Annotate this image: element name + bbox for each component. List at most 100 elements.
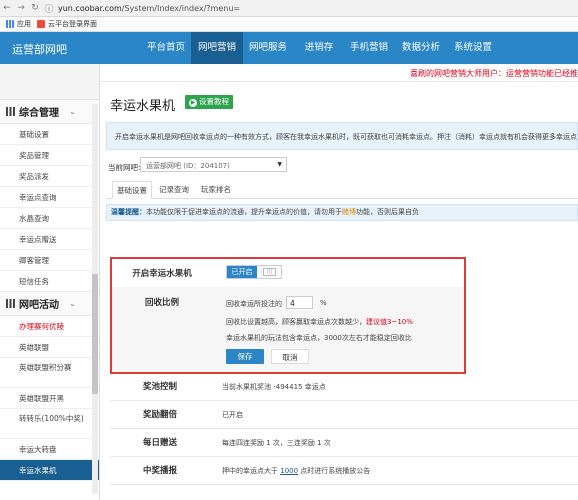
tab-bar: 基础设置 记录查询 玩家排名 bbox=[106, 181, 578, 199]
nav-item-home[interactable]: 平台首页 bbox=[141, 32, 191, 64]
row-value: 已开启 bbox=[222, 411, 243, 419]
sidebar-top-strip bbox=[0, 64, 99, 100]
recycle-prefix: 回收幸运所投注的 bbox=[226, 300, 282, 308]
grid-icon bbox=[6, 299, 15, 308]
nav-item-inventory[interactable]: 进销存 bbox=[295, 32, 343, 64]
row-value: 每连四连奖励 1 次，三连奖励 1 次 bbox=[222, 439, 331, 447]
url-path: /System/Index/index/?menu= bbox=[121, 3, 241, 13]
sidebar-item-fruit-machine[interactable]: 幸运水果机 bbox=[0, 460, 99, 481]
row-label: 每日赠送 bbox=[142, 438, 177, 448]
info-icon[interactable]: ⓘ bbox=[42, 2, 56, 15]
sidebar-item-crystal-query[interactable]: 水晶查询 bbox=[0, 208, 99, 229]
sidebar-item-promo[interactable]: 办理赛何优陵 bbox=[0, 316, 99, 337]
cafe-select-value: 运营部网吧 (ID：204107) bbox=[146, 162, 230, 170]
forward-icon[interactable]: → bbox=[14, 3, 28, 13]
recycle-hint-1: 回收比设置越高，顾客赢取幸运点次数越少，建议值3~10% bbox=[226, 317, 413, 327]
tip-text: 本功能仅限于促进幸运点的流通，提升幸运点的价值，请勿用于 bbox=[146, 208, 342, 216]
sidebar-section-general[interactable]: 综合管理 ⌄ bbox=[0, 100, 99, 124]
row-jackpot-control: 奖池控制 当前水果机奖池 -494415 幸运点 bbox=[110, 374, 578, 401]
sidebar: 综合管理 ⌄ 基础设置 奖品管理 奖品派发 幸运点查询 水晶查询 幸运点赠送 卿… bbox=[0, 64, 100, 500]
intro-banner: 开启幸运水果机是网吧回收幸运点的一种有效方式，顾客在我幸运水果机时，既可获取也可… bbox=[106, 122, 578, 150]
main-content: 幸运水果机 ▶ 设置教程 开启幸运水果机是网吧回收幸运点的一种有效方式，顾客在我幸… bbox=[100, 82, 578, 500]
recommended-value: 建议值3~10% bbox=[366, 318, 413, 326]
sidebar-item-lucky-wheel[interactable]: 幸运大转盘 bbox=[0, 439, 99, 460]
sidebar-item-basic-settings[interactable]: 基础设置 bbox=[0, 124, 99, 145]
address-input[interactable]: yun.coobar.com/System/Index/index/?menu= bbox=[58, 4, 240, 13]
tab-basic-settings[interactable]: 基础设置 bbox=[112, 181, 152, 199]
browser-address-bar: ← → ↻ ⓘ yun.coobar.com/System/Index/inde… bbox=[0, 0, 578, 17]
notice-text: 喜刷的网吧营销大师用户：运营营销功能已经推 bbox=[410, 69, 578, 78]
sidebar-item-prize-management[interactable]: 奖品管理 bbox=[0, 145, 99, 166]
grid-icon bbox=[6, 107, 15, 116]
nav-item-cafe-service[interactable]: 网吧服务 bbox=[243, 32, 293, 64]
sidebar-item-prize-dispatch[interactable]: 奖品派发 bbox=[0, 166, 99, 187]
brand-name: 运营部网吧 bbox=[12, 43, 67, 56]
sidebar-section-cafe-activities[interactable]: 网吧活动 ⌄ bbox=[0, 292, 99, 316]
page-title: 幸运水果机 bbox=[110, 99, 176, 114]
bookmark-cloud-login[interactable]: 云平台登录界面 bbox=[37, 19, 97, 29]
cafe-select[interactable]: 运营部网吧 (ID：204107) ▼ bbox=[140, 157, 287, 172]
sidebar-scrollbar[interactable] bbox=[92, 104, 98, 494]
sidebar-item-luck-points-query[interactable]: 幸运点查询 bbox=[0, 187, 99, 208]
scrollbar-thumb[interactable] bbox=[92, 274, 98, 394]
sidebar-item-sms-task[interactable]: 短信任务 bbox=[0, 271, 99, 292]
sidebar-item-lol-team[interactable]: 英雄联盟开黑 bbox=[0, 388, 99, 409]
recycle-unit: % bbox=[320, 299, 327, 307]
setup-tutorial-button[interactable]: ▶ 设置教程 bbox=[185, 95, 233, 109]
sidebar-item-spin-to-win[interactable]: 转转乐(100%中奖) bbox=[0, 409, 99, 439]
tip-text-end: 功能，否则后果自负 bbox=[356, 208, 419, 216]
tip-highlight: 赌博 bbox=[342, 208, 356, 216]
warning-tip: 温馨提醒：本功能仅限于促进幸运点的流通，提升幸运点的价值，请勿用于赌博功能，否则… bbox=[106, 204, 578, 221]
bookmark-apps[interactable]: 应用 bbox=[6, 19, 31, 29]
enable-toggle[interactable]: 已开启 ||| bbox=[226, 265, 282, 279]
cancel-button[interactable]: 取消 bbox=[271, 349, 309, 364]
toggle-knob[interactable]: ||| bbox=[263, 268, 276, 276]
reload-icon[interactable]: ↻ bbox=[28, 3, 42, 13]
row-win-broadcast: 中奖播报 押中的幸运点大于 1000 点时进行系统播放公告 bbox=[110, 458, 578, 485]
bookmark-label: 应用 bbox=[17, 20, 31, 28]
recycle-hint-2: 幸运水果机的玩法包含幸运点，3000次左右才能稳定回收比 bbox=[226, 334, 412, 342]
sidebar-item-lol-points-match[interactable]: 英雄联盟积分赛 bbox=[0, 358, 99, 388]
url-host: yun.coobar.com bbox=[58, 3, 122, 13]
row-daily-gift: 每日赠送 每连四连奖励 1 次，三连奖励 1 次 bbox=[110, 430, 578, 457]
play-icon: ▶ bbox=[189, 99, 197, 107]
bookmark-favicon-icon bbox=[37, 20, 45, 28]
toggle-on-label: 已开启 bbox=[227, 266, 257, 278]
back-icon[interactable]: ← bbox=[0, 3, 14, 13]
nav-item-data-analysis[interactable]: 数据分析 bbox=[396, 32, 446, 64]
section-title: 综合管理 bbox=[19, 108, 59, 119]
recycle-percent-input[interactable]: 4 bbox=[286, 296, 313, 309]
tip-label: 温馨提醒： bbox=[111, 208, 146, 216]
row-value: 押中的幸运点大于 1000 点时进行系统播放公告 bbox=[222, 458, 370, 484]
enable-label: 开启幸运水果机 bbox=[132, 269, 192, 279]
nav-item-system-settings[interactable]: 系统设置 bbox=[447, 32, 499, 64]
tab-player-ranking[interactable]: 玩家排名 bbox=[196, 181, 236, 199]
nav-item-cafe-marketing[interactable]: 网吧营销 bbox=[191, 32, 243, 64]
recycle-ratio-section: 回收比例 回收幸运所投注的 4 % 回收比设置越高，顾客赢取幸运点次数越少，建议… bbox=[112, 287, 464, 372]
bookmark-label: 云平台登录界面 bbox=[48, 20, 97, 28]
chevron-down-icon: ⌄ bbox=[69, 299, 76, 308]
row-value: 当前水果机奖池 -494415 幸运点 bbox=[222, 383, 326, 391]
broadcast-suffix: 点时进行系统播放公告 bbox=[300, 467, 371, 475]
bookmarks-bar: 应用 云平台登录界面 bbox=[0, 17, 578, 32]
row-label: 奖池控制 bbox=[142, 382, 177, 392]
sidebar-item-lol[interactable]: 英雄联盟 bbox=[0, 337, 99, 358]
row-label: 中奖播报 bbox=[142, 466, 177, 476]
notice-bar: 喜刷的网吧营销大师用户：运营营销功能已经推 bbox=[100, 64, 578, 82]
top-navigation: 运营部网吧 平台首页 网吧营销 网吧服务 进销存 手机营销 数据分析 系统设置 bbox=[0, 32, 578, 64]
nav-item-mobile-marketing[interactable]: 手机营销 bbox=[343, 32, 395, 64]
broadcast-threshold-link[interactable]: 1000 bbox=[280, 467, 298, 475]
tutorial-label: 设置教程 bbox=[199, 97, 229, 106]
row-label: 奖励翻倍 bbox=[142, 410, 177, 420]
save-button[interactable]: 保存 bbox=[226, 349, 264, 364]
caret-down-icon: ▼ bbox=[277, 161, 282, 168]
recycle-ratio-label: 回收比例 bbox=[144, 298, 179, 308]
section-title: 网吧活动 bbox=[19, 300, 59, 311]
chevron-down-icon: ⌄ bbox=[69, 107, 76, 116]
tab-records[interactable]: 记录查询 bbox=[154, 181, 194, 199]
sidebar-item-customer-management[interactable]: 卿客管理 bbox=[0, 250, 99, 271]
current-cafe-label: 当前网吧: bbox=[108, 163, 141, 172]
hint-text: 回收比设置越高，顾客赢取幸运点次数越少， bbox=[226, 318, 366, 326]
broadcast-prefix: 押中的幸运点大于 bbox=[222, 467, 278, 475]
sidebar-item-luck-points-gift[interactable]: 幸运点赠送 bbox=[0, 229, 99, 250]
